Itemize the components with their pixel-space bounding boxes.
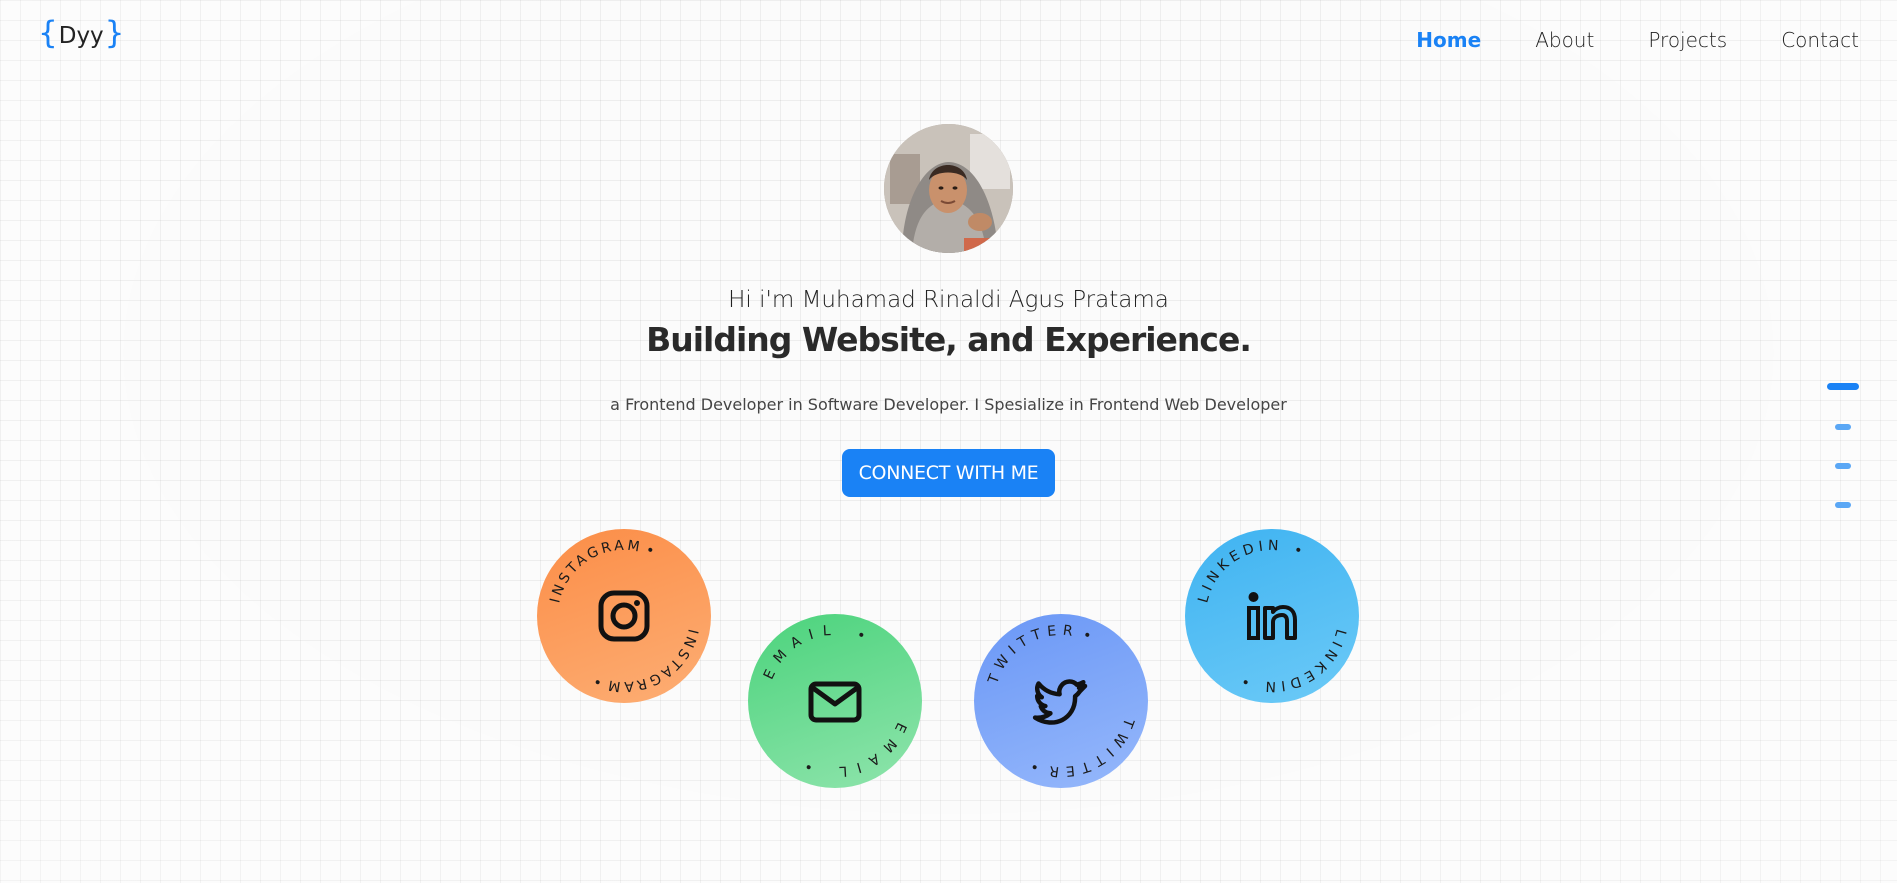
logo-close-brace: } bbox=[104, 15, 125, 51]
twitter-ring-sep-1: • bbox=[1080, 627, 1097, 646]
instagram-icon bbox=[598, 590, 650, 642]
connect-button[interactable]: CONNECT WITH ME bbox=[842, 449, 1055, 497]
profile-photo-icon bbox=[884, 124, 1013, 253]
slider-dot-3[interactable] bbox=[1835, 463, 1851, 469]
twitter-icon bbox=[1032, 679, 1088, 725]
headline: Building Website, and Experience. bbox=[646, 320, 1252, 359]
instagram-badge[interactable]: INSTAGRAM • INSTAGRAM • bbox=[537, 529, 711, 703]
linkedin-badge[interactable]: LINKEDIN • LINKEDIN • bbox=[1185, 529, 1359, 703]
nav-home[interactable]: Home bbox=[1416, 28, 1481, 52]
slider-dot-1[interactable] bbox=[1827, 383, 1859, 390]
twitter-badge[interactable]: TWITTER • TWITTER • bbox=[974, 614, 1148, 788]
intro-text: Hi i'm Muhamad Rinaldi Agus Pratama bbox=[728, 287, 1169, 313]
nav-projects[interactable]: Projects bbox=[1648, 28, 1727, 52]
instagram-ring-sep-2: • bbox=[588, 671, 605, 690]
site-logo[interactable]: { Dyy } bbox=[38, 15, 125, 51]
logo-open-brace: { bbox=[38, 15, 58, 51]
slider-dot-2[interactable] bbox=[1835, 424, 1851, 430]
linkedin-ring-sep-1: • bbox=[1291, 542, 1308, 561]
slider-dot-4[interactable] bbox=[1835, 502, 1851, 508]
nav-about[interactable]: About bbox=[1535, 28, 1594, 52]
email-ring-sep-1: • bbox=[854, 627, 871, 646]
email-ring-sep-2: • bbox=[799, 756, 816, 775]
profile-avatar bbox=[884, 124, 1013, 253]
linkedin-icon bbox=[1247, 592, 1297, 640]
instagram-ring-sep-1: • bbox=[643, 542, 660, 561]
mail-icon bbox=[808, 681, 862, 723]
linkedin-ring-sep-2: • bbox=[1236, 671, 1253, 690]
main-nav: Home About Projects Contact bbox=[1416, 28, 1859, 52]
email-badge[interactable]: EMAIL • EMAIL • bbox=[748, 614, 922, 788]
tagline: a Frontend Developer in Software Develop… bbox=[610, 395, 1287, 414]
twitter-ring-sep-2: • bbox=[1025, 756, 1042, 775]
nav-contact[interactable]: Contact bbox=[1781, 28, 1859, 52]
logo-text: Dyy bbox=[58, 22, 104, 49]
